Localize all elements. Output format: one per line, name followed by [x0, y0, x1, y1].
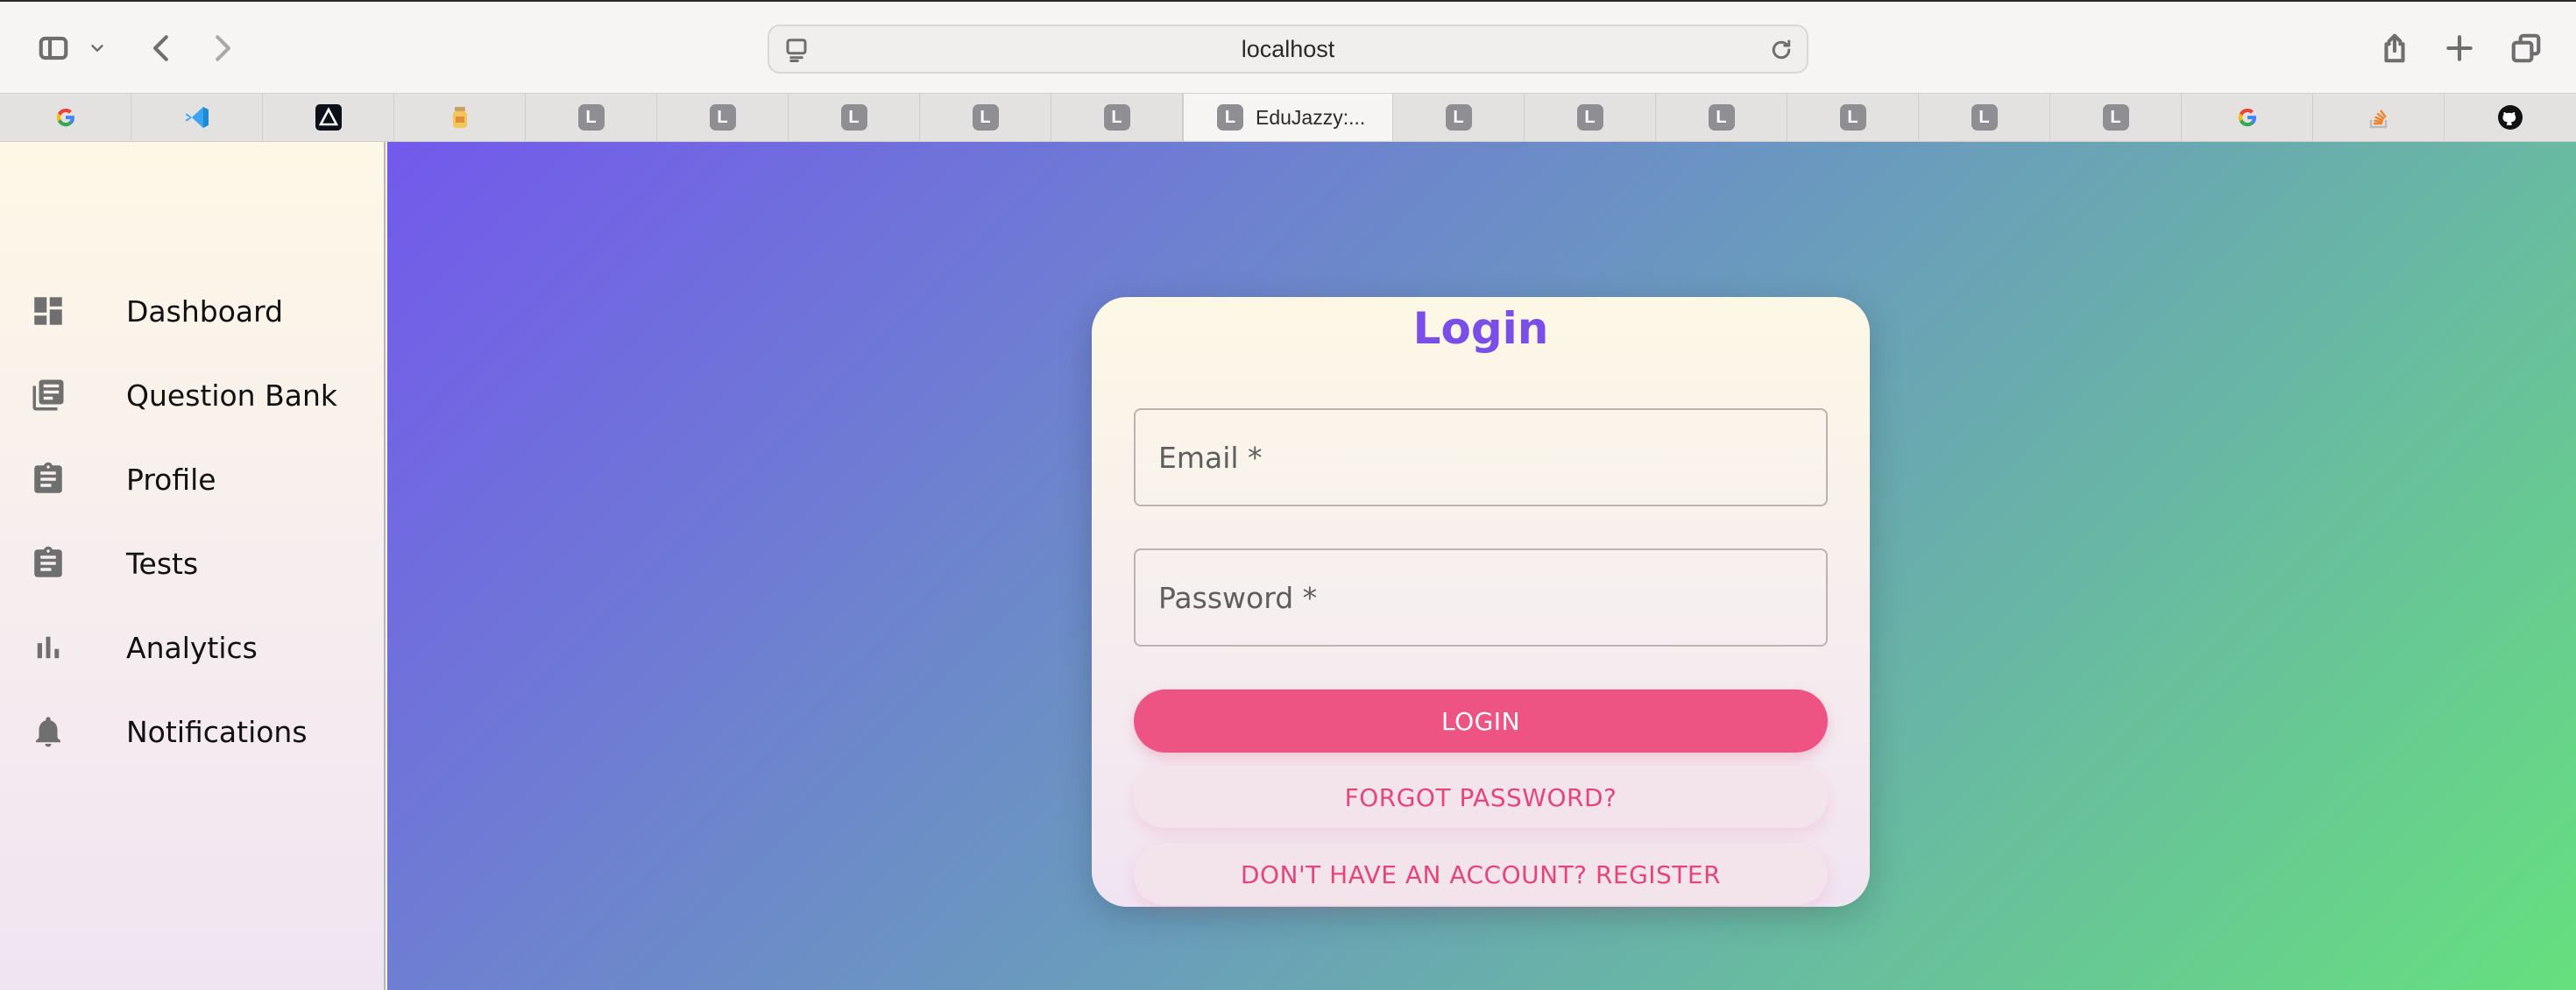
login-title: Login	[1412, 303, 1549, 354]
l-favicon-icon: L	[1445, 104, 1472, 131]
tab-l-9[interactable]: L	[1787, 94, 1919, 141]
url-text[interactable]: localhost	[1242, 36, 1335, 63]
tab-google[interactable]	[0, 94, 131, 141]
sidebar-item-label: Dashboard	[126, 293, 284, 329]
l-favicon-icon: L	[1217, 104, 1243, 131]
page-icon[interactable]	[783, 37, 810, 63]
email-input[interactable]	[1136, 410, 1826, 505]
sidebar-item-dashboard[interactable]: Dashboard	[0, 276, 386, 346]
tab-l-6[interactable]: L	[1393, 94, 1525, 141]
tab-l-1[interactable]: L	[526, 94, 657, 141]
email-field[interactable]	[1134, 408, 1828, 506]
vscode-icon	[185, 107, 209, 128]
sidebar-item-tests[interactable]: Tests	[0, 528, 386, 598]
tab-active-edujazzy[interactable]: L EduJazzy:...	[1183, 94, 1393, 141]
dashboard-icon	[30, 293, 67, 329]
tab-vscode[interactable]	[131, 94, 263, 141]
address-bar[interactable]: localhost	[768, 25, 1808, 74]
tab-l-11[interactable]: L	[2050, 94, 2182, 141]
l-favicon-icon: L	[1708, 104, 1735, 131]
tab-l-2[interactable]: L	[657, 94, 789, 141]
password-input[interactable]	[1136, 550, 1826, 645]
tab-l-8[interactable]: L	[1656, 94, 1787, 141]
login-card: Login LOGIN FORGOT PASSWORD? DON'T HAVE …	[1092, 297, 1870, 907]
tab-stackoverflow[interactable]	[2313, 94, 2445, 141]
forward-icon[interactable]	[202, 28, 242, 68]
l-favicon-icon: L	[1576, 104, 1603, 131]
jar-icon	[452, 107, 467, 128]
tab-l-10[interactable]: L	[1919, 94, 2050, 141]
bar-chart-icon	[30, 629, 67, 666]
reload-icon[interactable]	[1768, 37, 1794, 63]
l-favicon-icon: L	[577, 104, 605, 131]
sidebar-item-label: Notifications	[126, 714, 308, 749]
l-favicon-icon: L	[972, 104, 999, 131]
github-icon	[2498, 105, 2523, 130]
clipboard-icon	[30, 545, 67, 582]
dark-logo-icon	[315, 104, 342, 131]
new-tab-icon[interactable]	[2439, 28, 2480, 68]
tab-l-5[interactable]: L	[1051, 94, 1183, 141]
l-favicon-icon: L	[1103, 104, 1130, 131]
sidebar-item-notifications[interactable]: Notifications	[0, 697, 386, 767]
sidebar-item-analytics[interactable]: Analytics	[0, 612, 386, 682]
sidebar-item-label: Tests	[126, 546, 199, 581]
forgot-password-button[interactable]: FORGOT PASSWORD?	[1134, 767, 1828, 828]
google-icon	[2238, 108, 2256, 127]
login-button[interactable]: LOGIN	[1134, 689, 1828, 753]
register-button[interactable]: DON'T HAVE AN ACCOUNT? REGISTER	[1134, 844, 1828, 905]
sidebar-item-question-bank[interactable]: Question Bank	[0, 360, 386, 430]
sidebar-item-label: Profile	[126, 462, 216, 497]
tab-google-2[interactable]	[2182, 94, 2313, 141]
google-icon	[56, 108, 74, 127]
tab-dark-logo[interactable]	[263, 94, 394, 141]
library-icon	[30, 377, 67, 414]
clipboard-icon	[30, 461, 67, 498]
tab-l-4[interactable]: L	[920, 94, 1051, 141]
password-field[interactable]	[1134, 548, 1828, 647]
tab-l-3[interactable]: L	[789, 94, 920, 141]
stackoverflow-icon	[2369, 110, 2387, 129]
sidebar-item-label: Analytics	[126, 630, 258, 665]
sidebar: Dashboard Question Bank Profile Tests An…	[0, 142, 386, 990]
back-icon[interactable]	[142, 28, 182, 68]
tab-l-7[interactable]: L	[1525, 94, 1656, 141]
l-favicon-icon: L	[1839, 104, 1866, 131]
l-favicon-icon: L	[1971, 104, 1998, 131]
l-favicon-icon: L	[709, 104, 736, 131]
tab-jar[interactable]	[394, 94, 526, 141]
l-favicon-icon: L	[840, 104, 867, 131]
chevron-down-icon[interactable]	[84, 28, 110, 68]
tab-bar: L L L L L L EduJazzy:... L L L L L L	[0, 93, 2576, 142]
sidebar-toggle-icon[interactable]	[33, 28, 74, 68]
main-content: Login LOGIN FORGOT PASSWORD? DON'T HAVE …	[387, 142, 2576, 990]
browser-toolbar: localhost	[0, 0, 2576, 93]
share-icon[interactable]	[2374, 28, 2415, 68]
tab-github[interactable]	[2445, 94, 2576, 141]
sidebar-item-label: Question Bank	[126, 378, 337, 413]
l-favicon-icon: L	[2102, 104, 2129, 131]
tab-overview-icon[interactable]	[2506, 28, 2546, 68]
bell-icon	[30, 713, 67, 750]
tab-title: EduJazzy:...	[1256, 105, 1366, 129]
sidebar-item-profile[interactable]: Profile	[0, 444, 386, 514]
